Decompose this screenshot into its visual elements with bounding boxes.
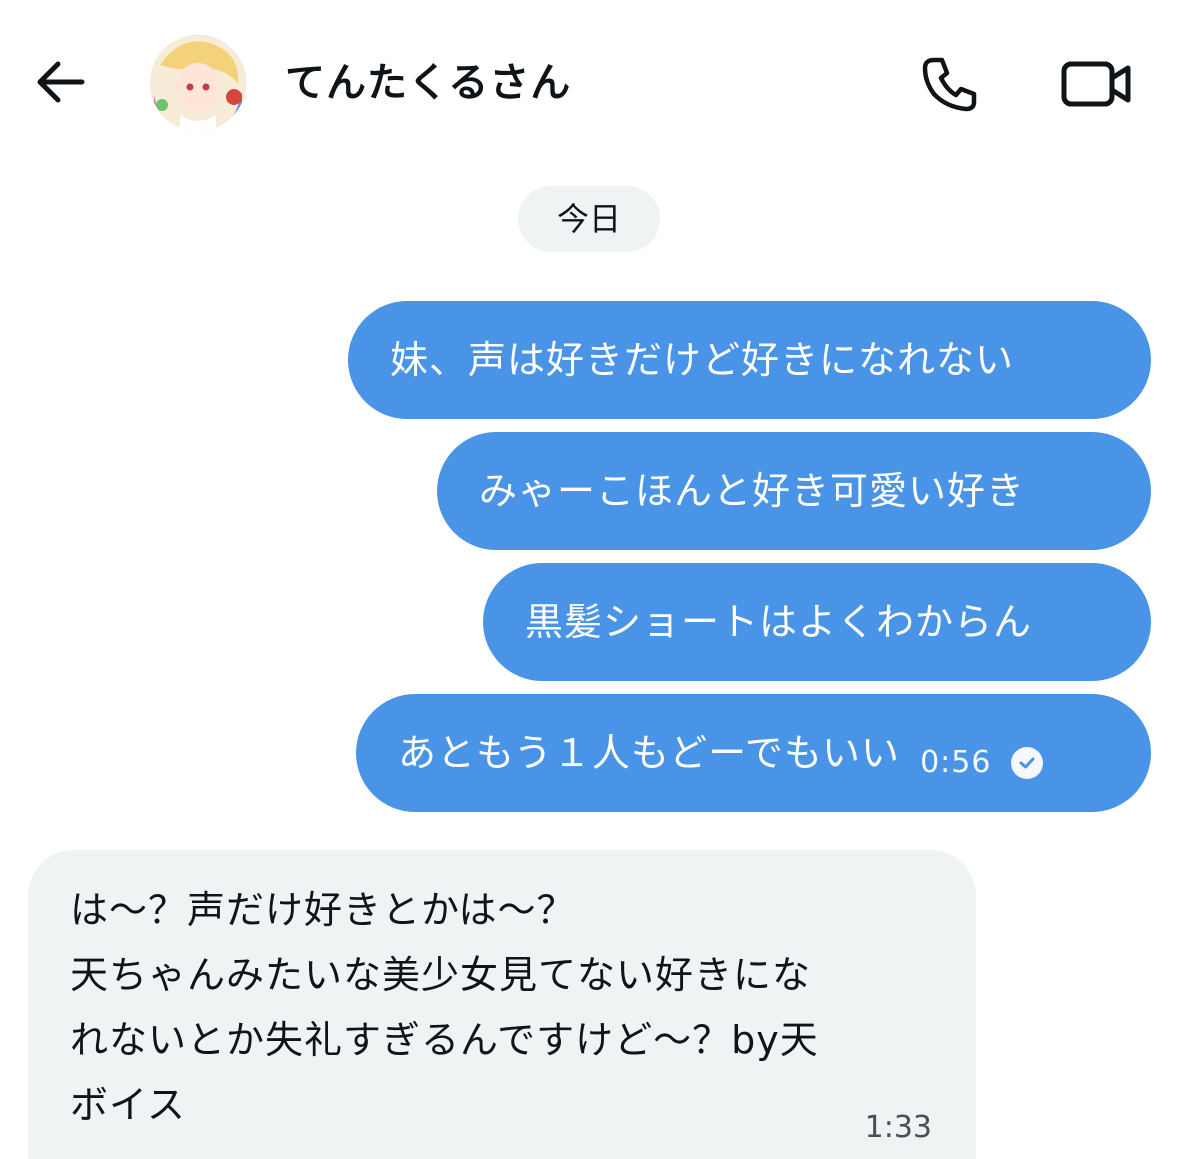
message-text: みゃーこほんと好き可愛い好き (479, 469, 1026, 513)
back-button[interactable] (30, 52, 90, 112)
outgoing-message[interactable]: 妹、声は好きだけど好きになれない (348, 301, 1151, 419)
message-time: 0:56 (920, 745, 992, 780)
date-divider: 今日 (518, 186, 660, 252)
contact-name[interactable]: てんたくるさん (285, 58, 571, 108)
outgoing-message[interactable]: あともう１人もどーでもいい 0:56 (356, 694, 1151, 812)
incoming-message[interactable]: は〜？声だけ好きとかは〜？ 天ちゃんみたいな美少女見てない好きにな れないとか失… (28, 850, 976, 1159)
chat-header: てんたくるさん (0, 0, 1179, 170)
video-camera-icon (1061, 61, 1131, 107)
message-time: 1:33 (864, 1110, 932, 1145)
phone-icon (922, 57, 977, 112)
arrow-left-icon (37, 61, 85, 103)
avatar-image (150, 35, 246, 131)
message-text: あともう１人もどーでもいい (398, 731, 901, 775)
call-button[interactable] (918, 52, 982, 116)
outgoing-message[interactable]: 黒髪ショートはよくわからん (483, 563, 1151, 681)
video-call-button[interactable] (1058, 52, 1134, 116)
message-text: 黒髪ショートはよくわからん (525, 600, 1033, 644)
read-check-icon (1011, 747, 1044, 779)
message-text: は〜？声だけ好きとかは〜？ 天ちゃんみたいな美少女見てない好きにな れないとか失… (70, 888, 819, 1127)
outgoing-message[interactable]: みゃーこほんと好き可愛い好き (437, 432, 1151, 550)
avatar[interactable] (150, 35, 246, 131)
message-meta: 0:56 (920, 743, 1044, 783)
message-text: 妹、声は好きだけど好きになれない (390, 338, 1015, 382)
